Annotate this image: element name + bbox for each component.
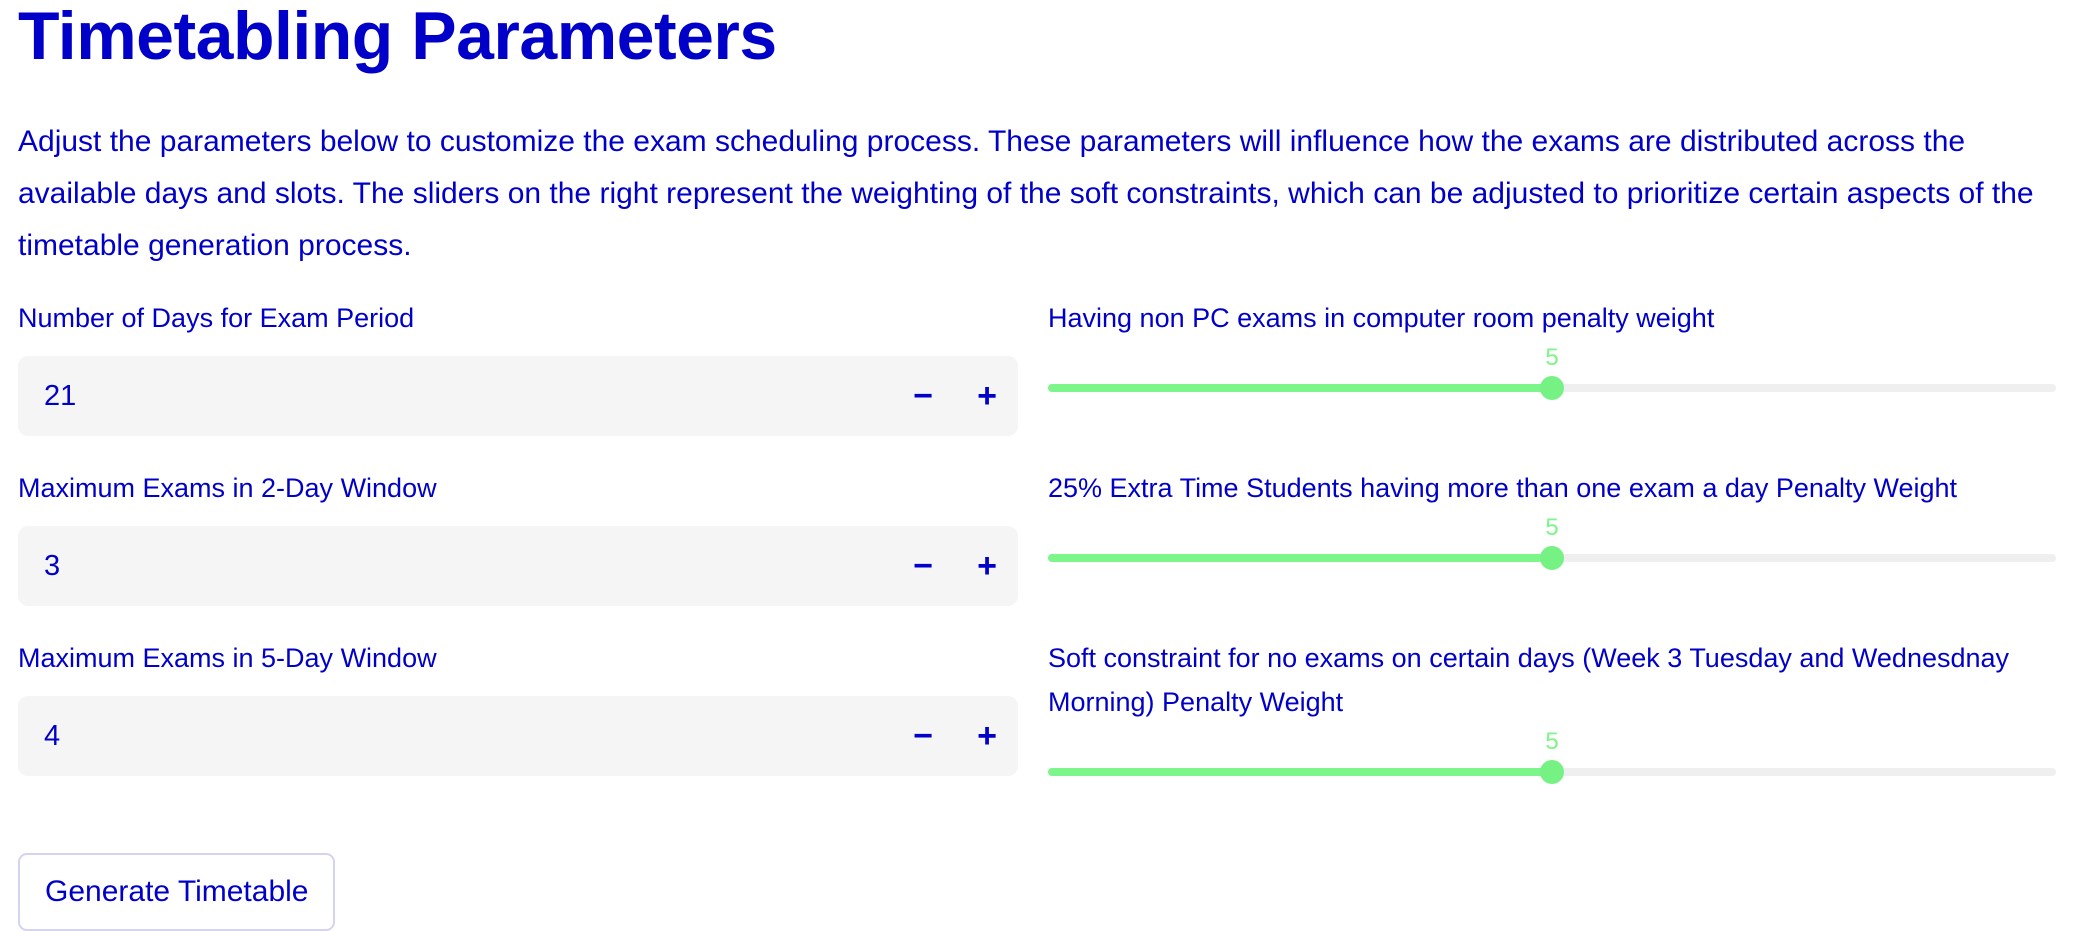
max-exams-5-day-field: Maximum Exams in 5-Day Window 4 − + [18,640,1018,776]
max-exams-5-day-label: Maximum Exams in 5-Day Window [18,643,437,673]
plus-icon[interactable]: + [960,356,1014,436]
max-exams-2-day-field: Maximum Exams in 2-Day Window 3 − + [18,470,1018,606]
slider-thumb[interactable] [1540,376,1564,400]
exam-days-field: Number of Days for Exam Period 21 − + [18,300,1018,436]
max-exams-2-day-value[interactable]: 3 [44,526,60,606]
slider-thumb[interactable] [1540,760,1564,784]
minus-icon[interactable]: − [896,356,950,436]
plus-icon[interactable]: + [960,696,1014,776]
exam-days-label: Number of Days for Exam Period [18,303,415,333]
max-exams-5-day-input[interactable]: 4 − + [18,696,1018,776]
page-description: Adjust the parameters below to customize… [18,125,2034,262]
exam-days-value[interactable]: 21 [44,356,76,436]
page-title: Timetabling Parameters [18,0,777,74]
slider-value: 5 [1545,728,1559,755]
non-pc-exam-weight-label: Having non PC exams in computer room pen… [1048,303,1715,333]
no-exam-days-weight-field: Soft constraint for no exams on certain … [1048,636,2056,790]
no-exam-days-weight-label: Soft constraint for no exams on certain … [1048,643,2010,717]
slider-value: 5 [1545,344,1559,371]
minus-icon[interactable]: − [896,696,950,776]
max-exams-2-day-input[interactable]: 3 − + [18,526,1018,606]
timetabling-page: Timetabling Parameters Adjust the parame… [18,0,2058,931]
slider-thumb[interactable] [1540,546,1564,570]
slider-fill [1048,384,1552,392]
generate-timetable-button[interactable]: Generate Timetable [18,853,336,931]
slider-fill [1048,768,1552,776]
minus-icon[interactable]: − [896,526,950,606]
exam-days-input[interactable]: 21 − + [18,356,1018,436]
non-pc-exam-weight-slider[interactable]: 5 [1048,346,2056,406]
max-exams-5-day-value[interactable]: 4 [44,696,60,776]
slider-fill [1048,554,1552,562]
non-pc-exam-weight-field: Having non PC exams in computer room pen… [1048,296,2056,406]
no-exam-days-weight-slider[interactable]: 5 [1048,730,2056,790]
extra-time-weight-slider[interactable]: 5 [1048,516,2056,576]
plus-icon[interactable]: + [960,526,1014,606]
extra-time-weight-field: 25% Extra Time Students having more than… [1048,466,2056,576]
extra-time-weight-label: 25% Extra Time Students having more than… [1048,473,1958,503]
slider-value: 5 [1545,514,1559,541]
max-exams-2-day-label: Maximum Exams in 2-Day Window [18,473,437,503]
